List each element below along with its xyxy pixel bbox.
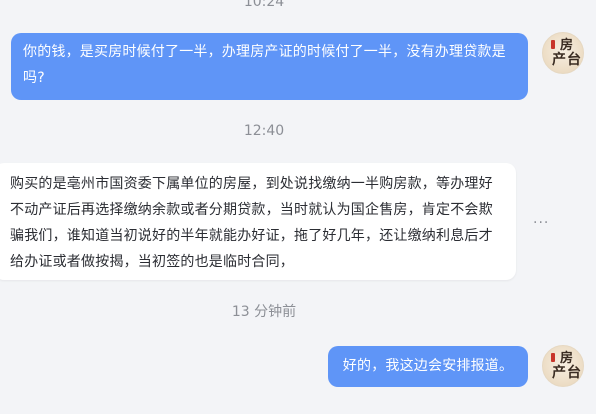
avatar-logo-text: 产台 — [552, 365, 582, 381]
chat-thread: 10:24 你的钱，是买房时候付了一半，办理房产证的时候付了一半，没有办理贷款是… — [0, 0, 596, 414]
outgoing-message-bubble[interactable]: 好的，我这边会安排报道。 — [328, 346, 528, 387]
more-icon[interactable]: ... — [533, 212, 549, 226]
avatar-logo-text: 产台 — [552, 52, 582, 68]
timestamp: 12:40 — [243, 123, 285, 139]
avatar[interactable]: 房 产台 — [542, 345, 584, 387]
incoming-message-bubble[interactable]: 购买的是亳州市国资委下属单位的房屋，到处说找缴纳一半购房款，等办理好不动产证后再… — [0, 163, 516, 280]
seal-mark-icon — [551, 40, 555, 49]
avatar-logo-text: 房 — [560, 38, 574, 53]
timestamp: 10:24 — [243, 0, 285, 10]
timestamp: 13 分钟前 — [231, 304, 297, 320]
outgoing-message-bubble[interactable]: 你的钱，是买房时候付了一半，办理房产证的时候付了一半，没有办理贷款是吗? — [11, 33, 528, 100]
seal-mark-icon — [551, 353, 555, 362]
avatar[interactable]: 房 产台 — [542, 32, 584, 74]
avatar-logo-text: 房 — [560, 351, 574, 366]
